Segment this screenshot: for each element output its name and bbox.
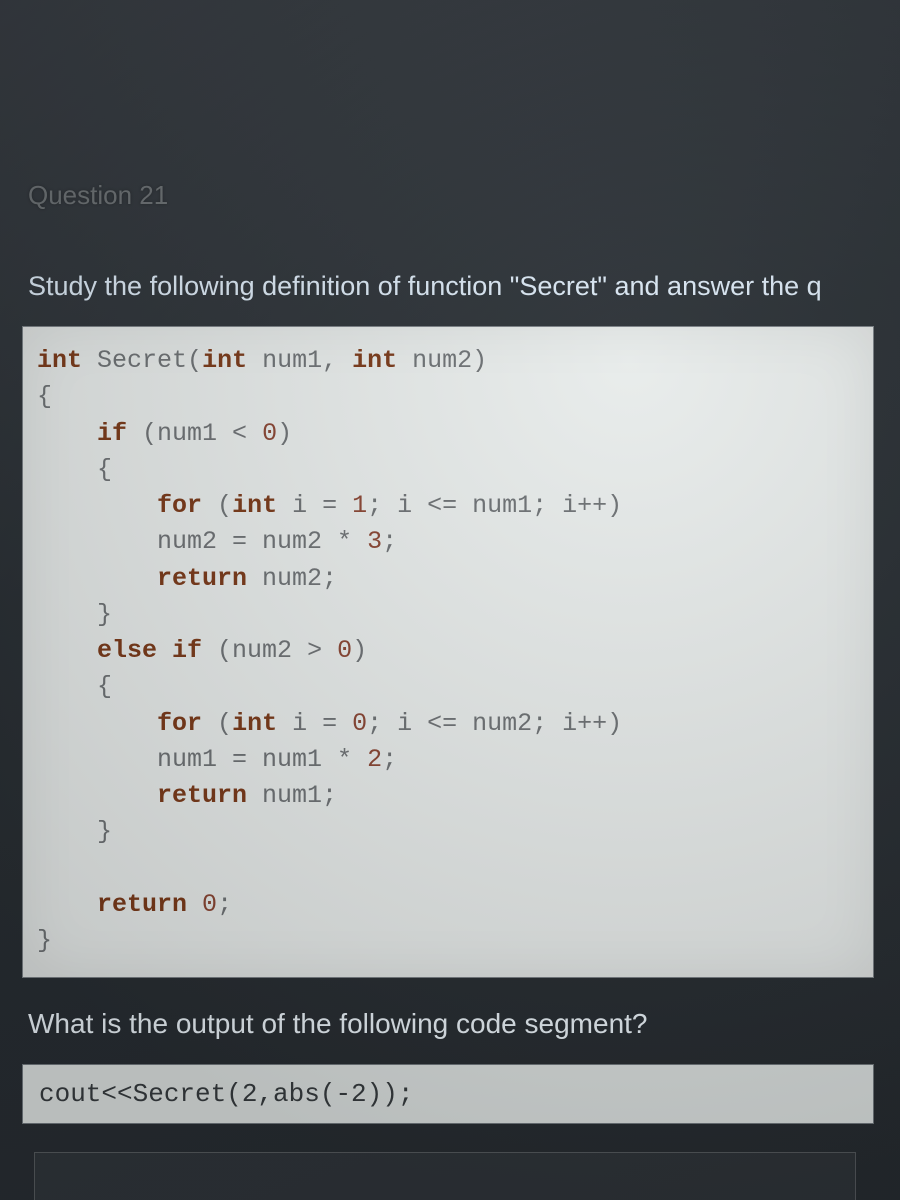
txt: i = — [277, 709, 352, 738]
top-spacer — [0, 0, 900, 180]
txt: num2 = num2 * — [37, 527, 367, 556]
kw-elseif: else if — [97, 636, 202, 665]
txt: num1 = num1 * — [37, 745, 367, 774]
brace: } — [37, 817, 112, 846]
code-block-call: cout<<Secret(2,abs(-2)); — [22, 1064, 874, 1124]
cond: (num1 < — [127, 419, 262, 448]
quiz-screen: Question 21 Study the following definiti… — [0, 0, 900, 1200]
txt: num1; — [247, 781, 337, 810]
paren: ( — [187, 346, 202, 375]
lit-0: 0 — [352, 709, 367, 738]
kw-int: int — [232, 709, 277, 738]
paren: ( — [202, 491, 232, 520]
paren: ( — [202, 709, 232, 738]
answer-input[interactable] — [34, 1152, 856, 1200]
kw-return: return — [157, 781, 247, 810]
param2: num2) — [397, 346, 487, 375]
brace: } — [37, 926, 52, 955]
fn-name: Secret — [97, 346, 187, 375]
brace: { — [37, 455, 112, 484]
call-code: cout<<Secret(2,abs(-2)); — [39, 1079, 857, 1109]
kw-for: for — [157, 709, 202, 738]
code-content: int Secret(int num1, int num2) { if (num… — [37, 343, 859, 959]
brace: { — [37, 382, 52, 411]
kw-int: int — [202, 346, 247, 375]
param1: num1, — [247, 346, 337, 375]
code-block-secret: int Secret(int num1, int num2) { if (num… — [22, 326, 874, 978]
semi: ; — [217, 890, 232, 919]
lit-2: 2 — [367, 745, 382, 774]
kw-int: int — [232, 491, 277, 520]
lit-3: 3 — [367, 527, 382, 556]
paren: ) — [277, 419, 292, 448]
question-text: What is the output of the following code… — [28, 1008, 900, 1040]
lit-1: 1 — [352, 491, 367, 520]
lit-0: 0 — [337, 636, 352, 665]
kw-int: int — [352, 346, 397, 375]
txt: num2; — [247, 564, 337, 593]
paren: ) — [352, 636, 367, 665]
kw-return: return — [157, 564, 247, 593]
lit-0: 0 — [262, 419, 277, 448]
kw-if: if — [97, 419, 127, 448]
txt: ; i <= num2; i++) — [367, 709, 622, 738]
txt: (num2 > — [202, 636, 337, 665]
sp — [187, 890, 202, 919]
brace: { — [37, 672, 112, 701]
txt: i = — [277, 491, 352, 520]
lit-0: 0 — [202, 890, 217, 919]
semi: ; — [382, 527, 397, 556]
kw-return: return — [97, 890, 187, 919]
txt: ; i <= num1; i++) — [367, 491, 622, 520]
kw-for: for — [157, 491, 202, 520]
brace: } — [37, 600, 112, 629]
question-intro: Study the following definition of functi… — [28, 271, 900, 302]
semi: ; — [382, 745, 397, 774]
question-number: Question 21 — [28, 180, 900, 211]
kw-int: int — [37, 346, 82, 375]
